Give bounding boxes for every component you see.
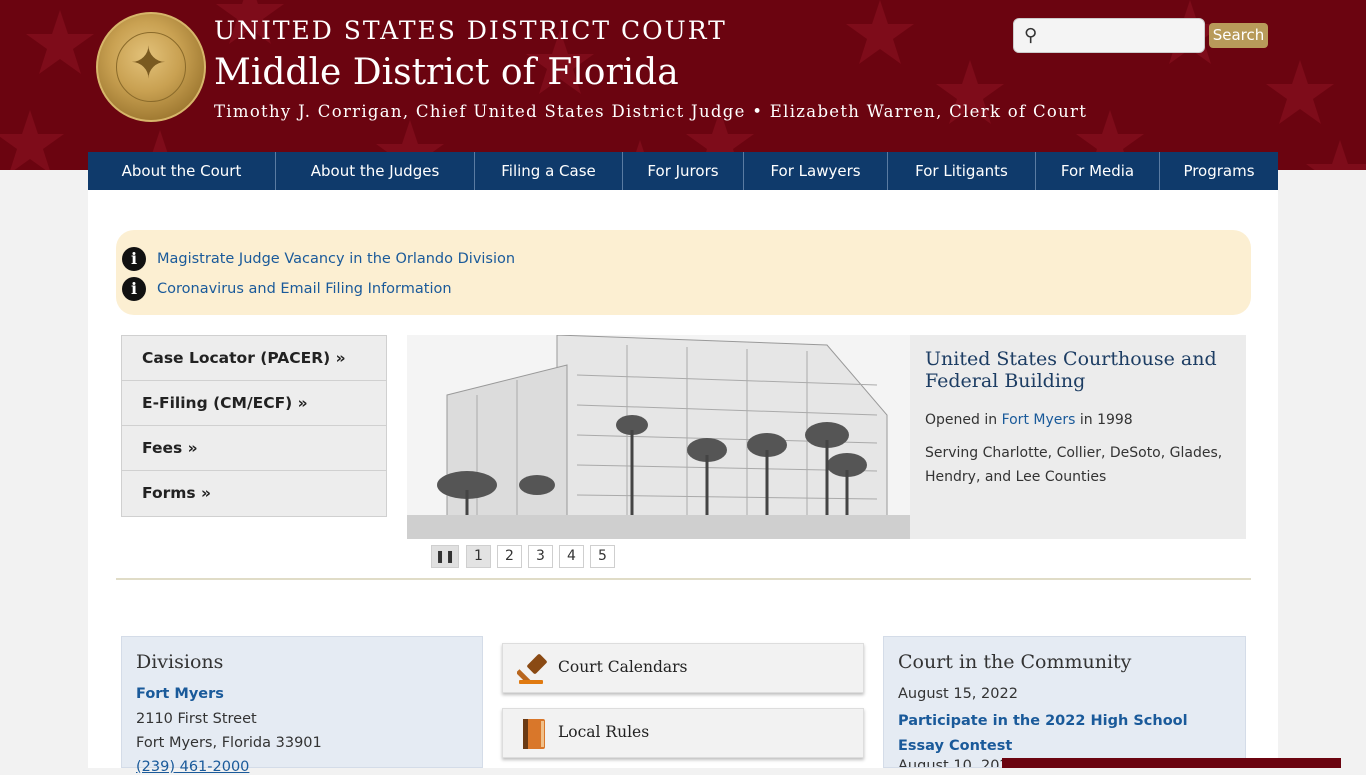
- opened-location-link[interactable]: Fort Myers: [1002, 412, 1076, 428]
- division-address-line1: 2110 First Street: [136, 711, 257, 727]
- divisions-box: Divisions Fort Myers 2110 First Street F…: [121, 636, 483, 775]
- slide-opened: Opened in Fort Myers in 1998: [925, 412, 1133, 428]
- alert-banner: i Magistrate Judge Vacancy in the Orland…: [116, 230, 1251, 315]
- quick-link-fees[interactable]: Fees »: [122, 426, 386, 471]
- court-calendars-label: Court Calendars: [558, 658, 688, 676]
- quick-links: Case Locator (PACER) » E-Filing (CM/ECF)…: [121, 335, 387, 517]
- nav-filing-a-case[interactable]: Filing a Case: [475, 152, 623, 190]
- nav-for-jurors[interactable]: For Jurors: [623, 152, 744, 190]
- pause-icon[interactable]: ❚❚: [431, 545, 459, 568]
- slide-caption: United States Courthouse and Federal Bui…: [910, 335, 1246, 539]
- nav-about-the-court[interactable]: About the Court: [88, 152, 276, 190]
- alert-item: i Coronavirus and Email Filing Informati…: [122, 276, 452, 302]
- divisions-heading: Divisions: [136, 651, 224, 673]
- slide-title[interactable]: United States Courthouse and Federal Bui…: [925, 348, 1225, 392]
- slide-page-button[interactable]: 1: [466, 545, 491, 568]
- eagle-emblem-icon: ✦: [130, 38, 167, 89]
- slide-page-button[interactable]: 2: [497, 545, 522, 568]
- slide-page-button[interactable]: 4: [559, 545, 584, 568]
- community-essay-contest-link[interactable]: Participate in the 2022 High School Essa…: [898, 709, 1228, 759]
- slide-page-button[interactable]: 3: [528, 545, 553, 568]
- division-name-link[interactable]: Fort Myers: [136, 686, 224, 702]
- slide-pager: ❚❚ 1 2 3 4 5: [431, 545, 621, 568]
- search-button[interactable]: Search: [1209, 23, 1268, 48]
- slide-serving: Serving Charlotte, Collier, DeSoto, Glad…: [925, 445, 1223, 485]
- officials-line: Timothy J. Corrigan, Chief United States…: [214, 102, 1088, 121]
- division-address-line2: Fort Myers, Florida 33901: [136, 735, 322, 751]
- nav-programs[interactable]: Programs: [1160, 152, 1278, 190]
- division-phone-link[interactable]: (239) 461-2000: [136, 759, 249, 775]
- court-seal-icon[interactable]: ✦: [96, 12, 206, 122]
- community-box: Court in the Community August 15, 2022 P…: [883, 636, 1246, 768]
- courthouse-photo[interactable]: [407, 335, 910, 539]
- site-header: ✦ UNITED STATES DISTRICT COURT Middle Di…: [0, 0, 1366, 170]
- magnifier-icon: ⚲: [1024, 25, 1038, 46]
- opened-prefix: Opened in: [925, 412, 998, 428]
- alert-item: i Magistrate Judge Vacancy in the Orland…: [122, 246, 515, 272]
- gavel-icon: [517, 654, 547, 685]
- section-divider: [116, 578, 1251, 580]
- alert-link-coronavirus[interactable]: Coronavirus and Email Filing Information: [157, 281, 452, 297]
- community-date: August 10, 2022: [898, 758, 1018, 768]
- nav-about-the-judges[interactable]: About the Judges: [276, 152, 475, 190]
- search-input[interactable]: [1050, 23, 1200, 49]
- info-icon: i: [122, 277, 146, 301]
- main-nav: About the Court About the Judges Filing …: [88, 152, 1278, 190]
- nav-for-lawyers[interactable]: For Lawyers: [744, 152, 888, 190]
- quick-link-forms[interactable]: Forms »: [122, 471, 386, 516]
- court-title: UNITED STATES DISTRICT COURT: [214, 16, 727, 45]
- courthouse-sketch: [407, 335, 910, 539]
- community-heading: Court in the Community: [898, 651, 1132, 673]
- info-icon: i: [122, 247, 146, 271]
- search-box[interactable]: ⚲: [1013, 18, 1205, 53]
- alert-link-magistrate-vacancy[interactable]: Magistrate Judge Vacancy in the Orlando …: [157, 251, 515, 267]
- community-date: August 15, 2022: [898, 686, 1018, 702]
- overlay-bar: [1002, 758, 1341, 768]
- quick-link-case-locator[interactable]: Case Locator (PACER) »: [122, 336, 386, 381]
- slide-page-button[interactable]: 5: [590, 545, 615, 568]
- quick-link-e-filing[interactable]: E-Filing (CM/ECF) »: [122, 381, 386, 426]
- court-calendars-tile[interactable]: Court Calendars: [502, 643, 864, 693]
- nav-for-litigants[interactable]: For Litigants: [888, 152, 1036, 190]
- nav-for-media[interactable]: For Media: [1036, 152, 1160, 190]
- book-icon: [523, 719, 545, 749]
- opened-suffix: in 1998: [1079, 412, 1133, 428]
- district-title[interactable]: Middle District of Florida: [214, 52, 679, 93]
- local-rules-label: Local Rules: [558, 723, 650, 741]
- local-rules-tile[interactable]: Local Rules: [502, 708, 864, 758]
